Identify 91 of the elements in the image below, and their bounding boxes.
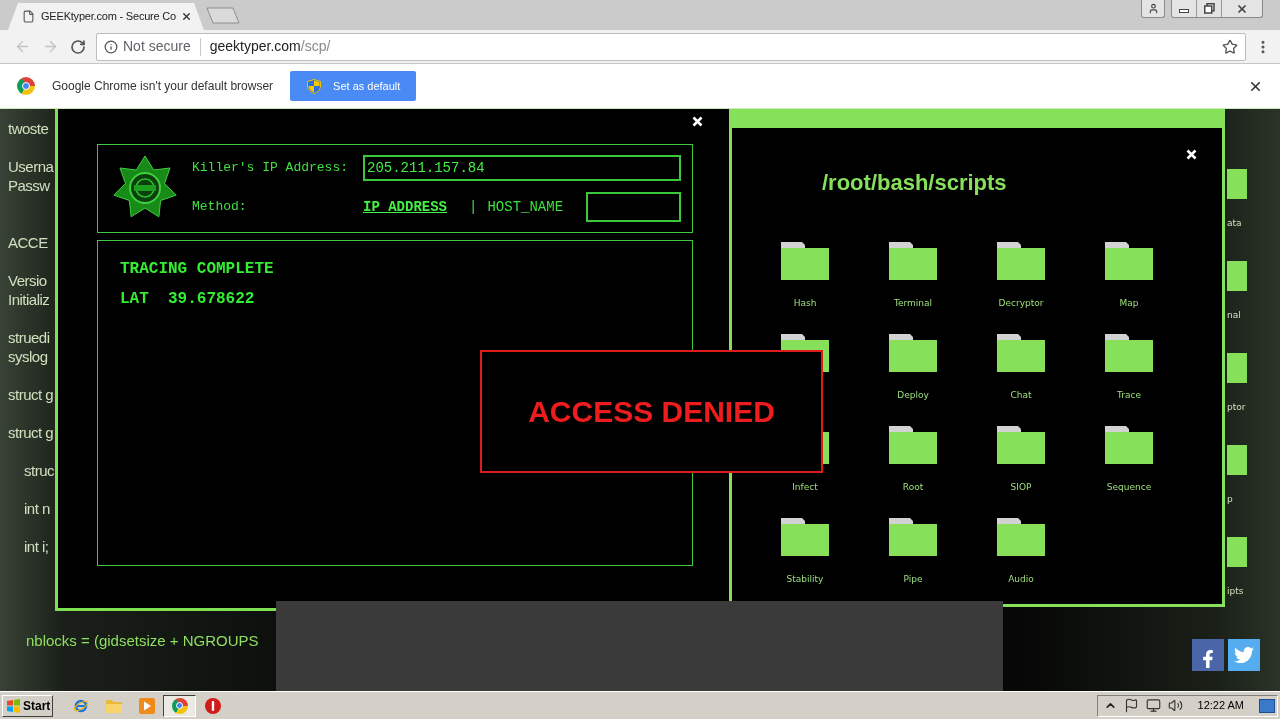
browser-logo-icon	[171, 697, 188, 714]
folder-icon[interactable]	[889, 334, 937, 372]
clock-text: 12:22 AM	[1197, 698, 1244, 714]
folder-icon[interactable]	[997, 242, 1045, 280]
folder-icon[interactable]	[889, 518, 937, 556]
bookmark-star-icon[interactable]	[1222, 38, 1238, 55]
latitude-text: LAT 39.678622	[120, 289, 255, 309]
window-title: /root/bash/scripts	[822, 170, 1008, 196]
person-icon	[1147, 3, 1159, 14]
folder-icon	[105, 698, 122, 713]
tracing-status: TRACING COMPLETE	[120, 259, 274, 279]
no-entry-icon	[204, 697, 221, 714]
folder-label: nal	[1227, 309, 1241, 321]
folder-icon[interactable]	[997, 426, 1045, 464]
folder-label: Terminal	[893, 297, 932, 309]
folder-label: Deploy	[897, 389, 929, 401]
folder-icon[interactable]	[889, 242, 937, 280]
folder-label: Map	[1119, 297, 1139, 309]
folder-icon[interactable]	[781, 242, 829, 280]
start-button[interactable]: Start	[2, 694, 53, 717]
hostname-field[interactable]	[586, 192, 681, 222]
access-denied-text: ACCESS DENIED	[528, 394, 775, 430]
folder-icon[interactable]	[1105, 334, 1153, 372]
folder-label: ata	[1227, 217, 1242, 229]
windows-flag-icon	[6, 698, 21, 713]
folder-label: ipts	[1227, 585, 1244, 597]
close-icon[interactable]	[1186, 149, 1197, 160]
method-separator: |	[469, 197, 478, 217]
browser-icon	[72, 697, 89, 714]
code-line: int n	[24, 499, 50, 518]
code-line: Initializ	[8, 290, 50, 309]
code-line: syslog	[8, 347, 48, 366]
folder-label: Pipe	[903, 573, 923, 585]
browser-logo-icon	[17, 77, 35, 95]
ip-address-field[interactable]: 205.211.157.84	[363, 155, 681, 181]
folder-label: Infect	[792, 481, 818, 493]
code-line: struedi	[8, 328, 50, 347]
folder-label: Trace	[1117, 389, 1141, 401]
code-line: Versio	[8, 271, 47, 290]
folder-label: Stability	[786, 573, 824, 585]
folder-icon[interactable]	[781, 518, 829, 556]
code-line: int i;	[24, 537, 49, 556]
info-icon	[104, 39, 118, 54]
folder-label: Audio	[1008, 573, 1034, 585]
folder-label: Chat	[1010, 389, 1032, 401]
folder-icon[interactable]	[997, 334, 1045, 372]
shield-icon	[307, 78, 322, 94]
code-line: struct g	[8, 385, 54, 404]
folder-label: Sequence	[1106, 481, 1152, 493]
code-line: ACCE	[8, 233, 48, 252]
method-option[interactable]: IP_ADDRESS	[363, 196, 447, 218]
folder-icon[interactable]	[889, 426, 937, 464]
address-bar[interactable]: Not secure geektyper.com/scp/	[96, 32, 1246, 61]
facebook-icon[interactable]	[1192, 639, 1224, 671]
minimize-icon	[1179, 8, 1189, 13]
speaker-icon[interactable]	[1167, 698, 1183, 713]
show-desktop-icon[interactable]	[1259, 698, 1275, 713]
folder-label: Hash	[793, 297, 817, 309]
close-icon	[1236, 2, 1248, 15]
folder-icon[interactable]	[997, 518, 1045, 556]
flag-icon[interactable]	[1123, 698, 1139, 713]
close-icon[interactable]	[692, 116, 703, 127]
folder-icon[interactable]	[1105, 426, 1153, 464]
ip-address-label: Killer's IP Address:	[192, 159, 350, 178]
code-line: Passw	[8, 176, 50, 195]
page-icon	[22, 10, 35, 23]
reload-icon	[70, 38, 86, 55]
code-line: twoste	[8, 119, 49, 138]
method-label: Method:	[192, 198, 248, 217]
folder-label: ptor	[1227, 401, 1246, 413]
browser-tab[interactable]: GEEKtyper.com - Secure Co	[8, 3, 204, 30]
folder-label: SIOP	[1010, 481, 1032, 493]
folder-label: Root	[902, 481, 924, 493]
taskbar-app-button[interactable]	[163, 694, 196, 717]
folder-label: p	[1227, 493, 1233, 505]
method-option[interactable]: HOST_NAME	[487, 196, 564, 218]
restore-icon	[1203, 3, 1215, 14]
security-label: Not secure	[123, 37, 191, 56]
url-text: geektyper.com/scp/	[209, 37, 331, 56]
code-line: struct g	[8, 423, 54, 442]
code-line: Userna	[8, 157, 54, 176]
infobar-message: Google Chrome isn't your default browser	[52, 78, 274, 95]
folder-label: Decryptor	[998, 297, 1044, 309]
profile-button[interactable]	[1141, 0, 1165, 18]
monitor-icon[interactable]	[1145, 698, 1161, 713]
tab-title: GEEKtyper.com - Secure Co	[41, 9, 176, 25]
play-icon	[138, 697, 155, 714]
code-line: struc	[24, 461, 54, 480]
code-line: nblocks = (gidsetsize + NGROUPS	[26, 631, 259, 650]
folder-icon[interactable]	[1105, 242, 1153, 280]
close-icon[interactable]	[181, 11, 192, 22]
